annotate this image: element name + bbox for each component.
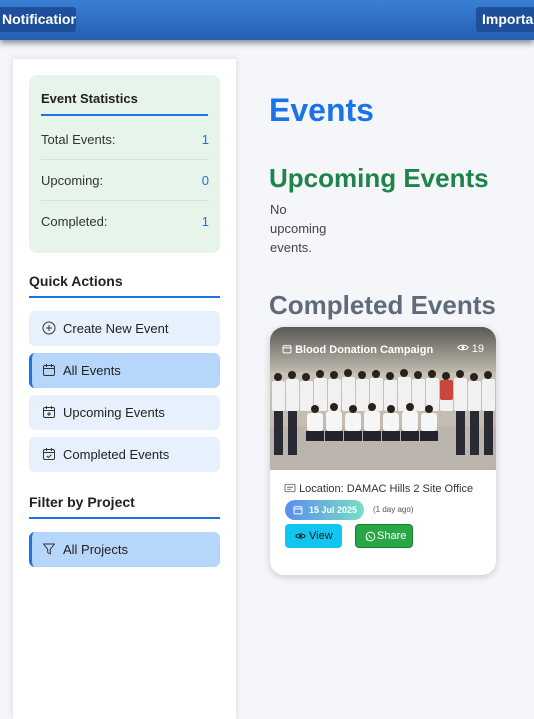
view-event-button[interactable]: View	[285, 524, 342, 548]
action-label: Completed Events	[63, 447, 170, 462]
stat-label: Upcoming:	[41, 173, 104, 188]
filter-divider	[29, 517, 220, 519]
calendar-icon	[293, 506, 303, 515]
sidebar: Event Statistics Total Events: 1 Upcomin…	[13, 59, 236, 719]
quick-actions-title: Quick Actions	[29, 273, 123, 289]
share-button-label: Share	[377, 530, 407, 542]
calendar-icon	[282, 345, 292, 354]
event-date-badge: 15 Jul 2025	[285, 500, 364, 520]
stat-value: 1	[201, 214, 209, 229]
stat-value: 0	[201, 173, 209, 188]
calendar-check-icon	[43, 448, 55, 460]
upcoming-events-heading: Upcoming Events	[269, 163, 489, 193]
eye-icon	[456, 344, 469, 351]
filter-label: All Projects	[63, 542, 129, 557]
whatsapp-icon	[365, 531, 376, 542]
event-statistics-panel: Event Statistics Total Events: 1 Upcomin…	[29, 75, 220, 253]
stat-row-total: Total Events: 1	[41, 119, 209, 160]
top-bar: Notifications Important	[0, 0, 534, 40]
filter-by-project-title: Filter by Project	[29, 494, 135, 510]
stat-row-upcoming: Upcoming: 0	[41, 160, 209, 201]
no-upcoming-events-text: No upcoming events.	[270, 202, 327, 255]
all-projects-button[interactable]: All Projects	[29, 532, 220, 567]
event-title-text: Blood Donation Campaign	[295, 344, 434, 356]
page-title: Events	[269, 92, 374, 128]
calendar-icon	[43, 364, 55, 376]
completed-events-heading: Completed Events	[269, 290, 496, 320]
plus-circle-icon	[42, 321, 56, 335]
completed-events-button[interactable]: Completed Events	[29, 437, 220, 472]
event-location: Location: DAMAC Hills 2 Site Office	[284, 483, 473, 495]
event-location-text: Location: DAMAC Hills 2 Site Office	[299, 483, 474, 495]
event-date-text: 15 Jul 2025	[309, 505, 358, 515]
stat-value: 1	[201, 132, 209, 147]
share-whatsapp-button[interactable]: Share	[355, 524, 413, 548]
all-events-button[interactable]: All Events	[29, 353, 220, 388]
location-card-icon	[284, 483, 296, 493]
action-label: Upcoming Events	[63, 405, 165, 420]
event-title: Blood Donation Campaign	[282, 344, 433, 356]
view-button-label: View	[309, 530, 333, 542]
event-card[interactable]: Blood Donation Campaign 19 Location: DAM…	[270, 327, 496, 575]
action-label: All Events	[63, 363, 121, 378]
stat-row-completed: Completed: 1	[41, 201, 209, 241]
create-new-event-button[interactable]: Create New Event	[29, 311, 220, 346]
important-button[interactable]: Important	[476, 7, 534, 32]
view-count-value: 19	[471, 343, 484, 355]
event-relative-time: (1 day ago)	[373, 505, 414, 514]
quick-actions-divider	[29, 296, 220, 298]
action-label: Create New Event	[63, 321, 169, 336]
calendar-plus-icon	[43, 406, 55, 418]
notifications-button[interactable]: Notifications	[0, 7, 76, 32]
upcoming-events-button[interactable]: Upcoming Events	[29, 395, 220, 430]
stats-divider	[41, 114, 208, 116]
eye-icon	[295, 533, 306, 539]
view-count: 19	[456, 343, 484, 355]
stat-label: Completed:	[41, 214, 108, 229]
stat-label: Total Events:	[41, 132, 116, 147]
stats-title: Event Statistics	[41, 91, 138, 106]
filter-icon	[43, 543, 55, 555]
